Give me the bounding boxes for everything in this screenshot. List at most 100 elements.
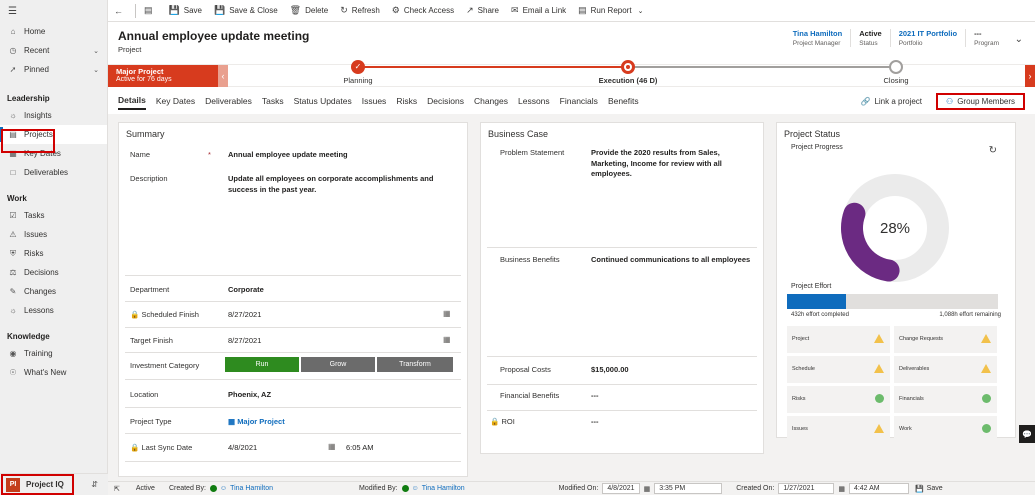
- refresh-button[interactable]: ↻ Refresh: [334, 0, 386, 22]
- target-finish-input[interactable]: 8/27/2021: [228, 336, 261, 347]
- tab-deliverables[interactable]: Deliverables: [205, 96, 252, 109]
- sidebar-item-decisions[interactable]: ⚖ Decisions: [0, 263, 107, 282]
- shield-icon: ⛨: [10, 248, 16, 258]
- modified-by-value[interactable]: ☺ Tina Hamilton: [401, 485, 465, 492]
- email-link-button[interactable]: ✉ Email a Link: [505, 0, 572, 22]
- sidebar-item-deliverables[interactable]: □ Deliverables: [0, 163, 107, 182]
- header-field-portfolio[interactable]: 2021 IT Portfolio Portfolio: [889, 29, 965, 47]
- section-title: Project Status: [784, 129, 841, 139]
- tab-lessons[interactable]: Lessons: [518, 96, 550, 109]
- created-by-value[interactable]: ☺ Tina Hamilton: [209, 485, 273, 492]
- location-input[interactable]: Phoenix, AZ: [228, 390, 271, 401]
- tab-risks[interactable]: Risks: [396, 96, 417, 109]
- status-tile: Schedule: [787, 356, 890, 383]
- tab-changes[interactable]: Changes: [474, 96, 508, 109]
- sidebar-item-issues[interactable]: ⚠ Issues: [0, 225, 107, 244]
- sidebar-item-projects[interactable]: ▤ Projects: [0, 125, 107, 144]
- tab-key-dates[interactable]: Key Dates: [156, 96, 195, 109]
- created-by-label: Created By:: [168, 485, 206, 492]
- tab-financials[interactable]: Financials: [560, 96, 598, 109]
- header-expand-chevron-icon[interactable]: ⌄: [1015, 34, 1023, 45]
- tab-issues[interactable]: Issues: [362, 96, 387, 109]
- field-label: 🔒 Scheduled Finish: [130, 310, 199, 319]
- main-area: ← ▤ 💾 Save 💾 Save & Close 🗑 Delete ↻ Refresh…: [108, 0, 1035, 495]
- save-close-button[interactable]: 💾 Save & Close: [208, 0, 284, 22]
- header-field-value: ---: [974, 29, 982, 38]
- business-benefits-textarea[interactable]: Continued communications to all employee…: [591, 255, 756, 266]
- investment-option-grow[interactable]: Grow: [301, 357, 375, 372]
- tab-status-updates[interactable]: Status Updates: [294, 96, 352, 109]
- description-textarea[interactable]: Update all employees on corporate accomp…: [228, 174, 463, 195]
- calendar-icon[interactable]: ▦: [328, 442, 336, 451]
- project-type-lookup[interactable]: ▦ Major Project: [228, 417, 285, 428]
- bpf-stage-execution[interactable]: Execution (46 D): [578, 60, 678, 85]
- back-button[interactable]: ←: [108, 0, 133, 22]
- chat-icon[interactable]: 💬: [1019, 425, 1035, 443]
- save-button[interactable]: 💾 Save: [163, 0, 208, 22]
- created-by-link[interactable]: Tina Hamilton: [230, 485, 273, 492]
- proposal-costs-input[interactable]: $15,000.00: [591, 365, 629, 376]
- bpf-stage-closing[interactable]: Closing: [846, 60, 946, 85]
- investment-option-run[interactable]: Run: [225, 357, 299, 372]
- investment-option-transform[interactable]: Transform: [377, 357, 453, 372]
- modified-by-link[interactable]: Tina Hamilton: [422, 485, 465, 492]
- hamburger-icon[interactable]: ☰: [8, 6, 17, 17]
- area-switcher[interactable]: PI Project IQ ⇵: [0, 473, 108, 495]
- sidebar-item-changes[interactable]: ✎ Changes: [0, 282, 107, 301]
- run-report-button[interactable]: ▤ Run Report ⌄: [572, 0, 649, 22]
- financial-benefits-input[interactable]: ---: [591, 391, 599, 402]
- header-field-project-manager[interactable]: Tina Hamilton Project Manager: [785, 29, 850, 47]
- tab-details[interactable]: Details: [118, 95, 146, 110]
- share-button[interactable]: ↗ Share: [460, 0, 505, 22]
- delete-label: Delete: [305, 6, 329, 15]
- form-view-button[interactable]: ▤: [138, 0, 163, 22]
- sidebar-item-insights[interactable]: ☼ Insights: [0, 106, 107, 125]
- problem-statement-textarea[interactable]: Provide the 2020 results from Sales, Mar…: [591, 148, 756, 180]
- updown-chevron-icon[interactable]: ⇵: [91, 480, 98, 489]
- calendar-icon[interactable]: ▦: [443, 309, 451, 318]
- project-type-link[interactable]: Major Project: [237, 417, 285, 426]
- sidebar-item-training[interactable]: ◉ Training: [0, 344, 107, 363]
- sidebar-item-key-dates[interactable]: ▦ Key Dates: [0, 144, 107, 163]
- link-project-button[interactable]: 🔗 Link a project: [852, 95, 930, 108]
- bpf-prev-button[interactable]: ‹: [218, 65, 228, 87]
- check-access-button[interactable]: ⚙ Check Access: [386, 0, 460, 22]
- sidebar-item-pinned[interactable]: ➚ Pinned ⌄: [0, 60, 107, 79]
- sidebar-item-recent[interactable]: ◷ Recent ⌄: [0, 41, 107, 60]
- last-sync-date-input[interactable]: 4/8/2021: [228, 443, 257, 454]
- calendar-icon[interactable]: ▦: [443, 335, 451, 344]
- save-status-button[interactable]: 💾 Save: [915, 485, 943, 493]
- form-body: Summary Name * Annual employee update me…: [108, 114, 1035, 481]
- sidebar-item-whats-new[interactable]: ☉ What's New: [0, 363, 107, 382]
- check-access-icon: ⚙: [391, 5, 400, 15]
- delete-button[interactable]: 🗑 Delete: [284, 0, 335, 22]
- people-icon: ⚇: [946, 97, 954, 106]
- group-members-button[interactable]: ⚇ Group Members: [936, 93, 1025, 110]
- sidebar-item-tasks[interactable]: ☑ Tasks: [0, 206, 107, 225]
- department-input[interactable]: Corporate: [228, 285, 264, 296]
- status-tile: Financials: [894, 386, 997, 413]
- sidebar-item-label: Decisions: [24, 268, 59, 277]
- popout-icon[interactable]: ⇱: [114, 485, 120, 493]
- roi-input[interactable]: ---: [591, 417, 599, 428]
- name-input[interactable]: Annual employee update meeting: [228, 150, 348, 161]
- chevron-down-icon[interactable]: ⌄: [638, 7, 644, 15]
- header-field-value[interactable]: Tina Hamilton: [793, 29, 842, 38]
- scheduled-finish-input[interactable]: 8/27/2021: [228, 310, 261, 321]
- bpf-active-stage[interactable]: Major Project Active for 76 days: [108, 65, 228, 87]
- modified-on-time: 3:35 PM: [654, 483, 723, 494]
- sidebar-item-lessons[interactable]: ☼ Lessons: [0, 301, 107, 320]
- tab-benefits[interactable]: Benefits: [608, 96, 639, 109]
- last-sync-time-input[interactable]: 6:05 AM: [346, 443, 374, 454]
- refresh-icon[interactable]: ↻: [989, 145, 997, 156]
- chevron-down-icon[interactable]: ⌄: [93, 47, 99, 55]
- sidebar-item-home[interactable]: ⌂ Home: [0, 22, 107, 41]
- bpf-next-button[interactable]: ›: [1025, 65, 1035, 87]
- bpf-stage-planning[interactable]: ✓ Planning: [308, 60, 408, 85]
- tab-tasks[interactable]: Tasks: [262, 96, 284, 109]
- header-field-value[interactable]: 2021 IT Portfolio: [899, 29, 957, 38]
- globe-icon: ☉: [9, 368, 17, 377]
- sidebar-item-risks[interactable]: ⛨ Risks: [0, 244, 107, 263]
- tab-decisions[interactable]: Decisions: [427, 96, 464, 109]
- chevron-down-icon[interactable]: ⌄: [93, 66, 99, 74]
